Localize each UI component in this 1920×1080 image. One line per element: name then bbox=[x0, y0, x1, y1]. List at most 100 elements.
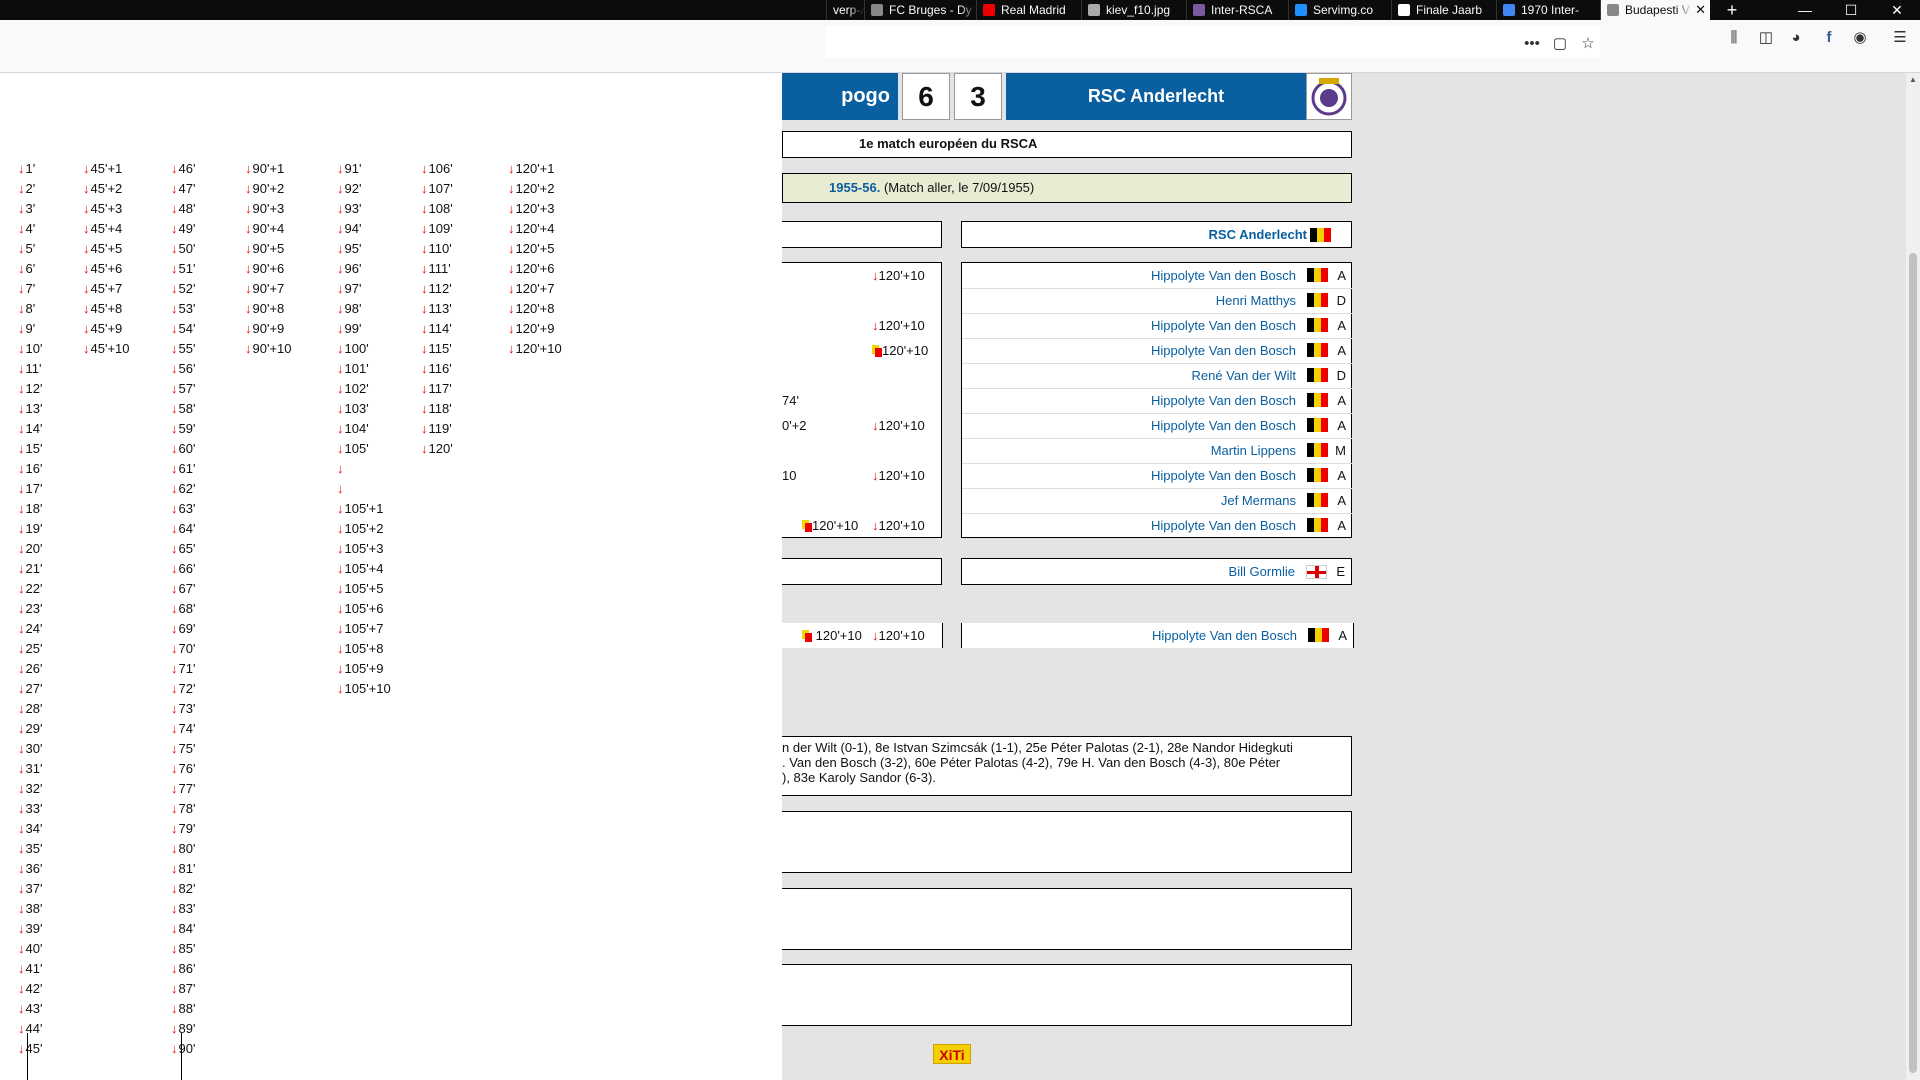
minute-link[interactable]: ↓69' bbox=[171, 619, 195, 639]
minute-link[interactable]: ↓66' bbox=[171, 559, 195, 579]
minute-link[interactable]: ↓98' bbox=[337, 299, 391, 319]
browser-tab[interactable]: FC Bruges - Dy bbox=[864, 0, 976, 20]
minute-link[interactable]: ↓105'+10 bbox=[337, 679, 391, 699]
minute-link[interactable]: ↓45'+8 bbox=[83, 299, 130, 319]
minute-link[interactable]: ↓68' bbox=[171, 599, 195, 619]
minute-link[interactable]: ↓63' bbox=[171, 499, 195, 519]
minute-link[interactable]: ↓87' bbox=[171, 979, 195, 999]
url-bar[interactable]: ••• ▢ ☆ bbox=[826, 26, 1600, 58]
minute-link[interactable]: ↓75' bbox=[171, 739, 195, 759]
minute-link[interactable]: ↓83' bbox=[171, 899, 195, 919]
minute-link[interactable]: ↓105'+4 bbox=[337, 559, 391, 579]
minute-link[interactable]: ↓48' bbox=[171, 199, 195, 219]
minute-link[interactable]: ↓86' bbox=[171, 959, 195, 979]
minute-link[interactable]: ↓93' bbox=[337, 199, 391, 219]
minute-link[interactable]: ↓90'+1 bbox=[245, 159, 292, 179]
minute-link[interactable]: ↓105'+1 bbox=[337, 499, 391, 519]
minute-link[interactable]: ↓47' bbox=[171, 179, 195, 199]
minute-link[interactable]: ↓90'+5 bbox=[245, 239, 292, 259]
minute-link[interactable]: ↓119' bbox=[421, 419, 453, 439]
minute-link[interactable]: ↓90'+2 bbox=[245, 179, 292, 199]
minute-link[interactable]: ↓32' bbox=[18, 779, 42, 799]
minute-link[interactable]: ↓45'+3 bbox=[83, 199, 130, 219]
minute-link[interactable]: ↓31' bbox=[18, 759, 42, 779]
minute-link[interactable]: ↓21' bbox=[18, 559, 42, 579]
library-icon[interactable]: ⫼ bbox=[1722, 26, 1746, 50]
minute-link[interactable]: ↓115' bbox=[421, 339, 453, 359]
minute-link[interactable]: ↓45' bbox=[18, 1039, 42, 1059]
minute-link[interactable]: ↓45'+7 bbox=[83, 279, 130, 299]
minute-link[interactable]: ↓30' bbox=[18, 739, 42, 759]
minute-link[interactable]: ↓120'+9 bbox=[508, 319, 562, 339]
minute-link[interactable]: ↓13' bbox=[18, 399, 42, 419]
minute-link[interactable]: ↓24' bbox=[18, 619, 42, 639]
minute-link[interactable]: ↓45'+9 bbox=[83, 319, 130, 339]
minute-link[interactable]: ↓120' bbox=[421, 439, 453, 459]
player-name[interactable]: René Van der Wilt bbox=[1191, 363, 1296, 388]
player-name[interactable]: Hippolyte Van den Bosch bbox=[1151, 263, 1296, 288]
minute-link[interactable]: ↓118' bbox=[421, 399, 453, 419]
minute-link[interactable]: ↓109' bbox=[421, 219, 453, 239]
minute-link[interactable]: ↓23' bbox=[18, 599, 42, 619]
browser-tab[interactable]: Budapesti V ✕ bbox=[1600, 0, 1710, 20]
minute-link[interactable]: ↓52' bbox=[171, 279, 195, 299]
minute-link[interactable]: ↓105'+2 bbox=[337, 519, 391, 539]
minute-link[interactable]: ↓10' bbox=[18, 339, 42, 359]
minute-link[interactable]: ↓106' bbox=[421, 159, 453, 179]
minute-link[interactable]: ↓84' bbox=[171, 919, 195, 939]
vertical-scrollbar[interactable]: ▲ bbox=[1906, 73, 1920, 1080]
minute-link[interactable]: ↓45'+10 bbox=[83, 339, 130, 359]
minute-link[interactable]: ↓105'+6 bbox=[337, 599, 391, 619]
minute-link[interactable]: ↓74' bbox=[171, 719, 195, 739]
minute-link[interactable]: ↓ bbox=[337, 479, 391, 499]
minute-link[interactable]: ↓60' bbox=[171, 439, 195, 459]
minute-link[interactable]: ↓71' bbox=[171, 659, 195, 679]
player-name[interactable]: Henri Matthys bbox=[1216, 288, 1296, 313]
minute-link[interactable]: ↓120'+4 bbox=[508, 219, 562, 239]
minute-link[interactable]: ↓18' bbox=[18, 499, 42, 519]
minute-link[interactable]: ↓105'+3 bbox=[337, 539, 391, 559]
player-name[interactable]: Hippolyte Van den Bosch bbox=[1151, 313, 1296, 338]
minute-link[interactable]: ↓90'+9 bbox=[245, 319, 292, 339]
browser-tab[interactable]: Inter-RSCA bbox=[1186, 0, 1288, 20]
minute-link[interactable]: ↓57' bbox=[171, 379, 195, 399]
minute-link[interactable]: ↓53' bbox=[171, 299, 195, 319]
minute-link[interactable]: ↓45'+1 bbox=[83, 159, 130, 179]
minute-link[interactable]: ↓29' bbox=[18, 719, 42, 739]
scroll-up-icon[interactable]: ▲ bbox=[1909, 75, 1917, 84]
minute-link[interactable]: ↓12' bbox=[18, 379, 42, 399]
minute-link[interactable]: ↓ bbox=[337, 459, 391, 479]
minute-link[interactable]: ↓120'+7 bbox=[508, 279, 562, 299]
coach-name[interactable]: Bill Gormlie bbox=[1229, 564, 1295, 579]
player-name[interactable]: Hippolyte Van den Bosch bbox=[1151, 513, 1296, 538]
minute-link[interactable]: ↓90'+10 bbox=[245, 339, 292, 359]
player-name[interactable]: Hippolyte Van den Bosch bbox=[1151, 338, 1296, 363]
minute-link[interactable]: ↓80' bbox=[171, 839, 195, 859]
browser-tab[interactable]: Real Madrid bbox=[976, 0, 1081, 20]
minute-link[interactable]: ↓103' bbox=[337, 399, 391, 419]
minute-link[interactable]: ↓97' bbox=[337, 279, 391, 299]
account-icon[interactable]: ◉ bbox=[1848, 26, 1872, 50]
minute-link[interactable]: ↓89' bbox=[171, 1019, 195, 1039]
minute-link[interactable]: ↓15' bbox=[18, 439, 42, 459]
minute-link[interactable]: ↓99' bbox=[337, 319, 391, 339]
minute-link[interactable]: ↓90'+4 bbox=[245, 219, 292, 239]
minute-link[interactable]: ↓45'+6 bbox=[83, 259, 130, 279]
minute-link[interactable]: ↓91' bbox=[337, 159, 391, 179]
scrollbar-thumb[interactable] bbox=[1909, 253, 1917, 1073]
minute-link[interactable]: ↓51' bbox=[171, 259, 195, 279]
minute-link[interactable]: ↓16' bbox=[18, 459, 42, 479]
minute-link[interactable]: ↓44' bbox=[18, 1019, 42, 1039]
minute-link[interactable]: ↓46' bbox=[171, 159, 195, 179]
minute-link[interactable]: ↓77' bbox=[171, 779, 195, 799]
minute-link[interactable]: ↓40' bbox=[18, 939, 42, 959]
minute-link[interactable]: ↓64' bbox=[171, 519, 195, 539]
minute-link[interactable]: ↓49' bbox=[171, 219, 195, 239]
minute-link[interactable]: ↓72' bbox=[171, 679, 195, 699]
player-name[interactable]: Martin Lippens bbox=[1211, 438, 1296, 463]
sidebar-icon[interactable]: ◫ bbox=[1754, 26, 1778, 50]
minute-link[interactable]: ↓3' bbox=[18, 199, 42, 219]
minute-link[interactable]: ↓34' bbox=[18, 819, 42, 839]
minute-link[interactable]: ↓9' bbox=[18, 319, 42, 339]
minute-link[interactable]: ↓76' bbox=[171, 759, 195, 779]
